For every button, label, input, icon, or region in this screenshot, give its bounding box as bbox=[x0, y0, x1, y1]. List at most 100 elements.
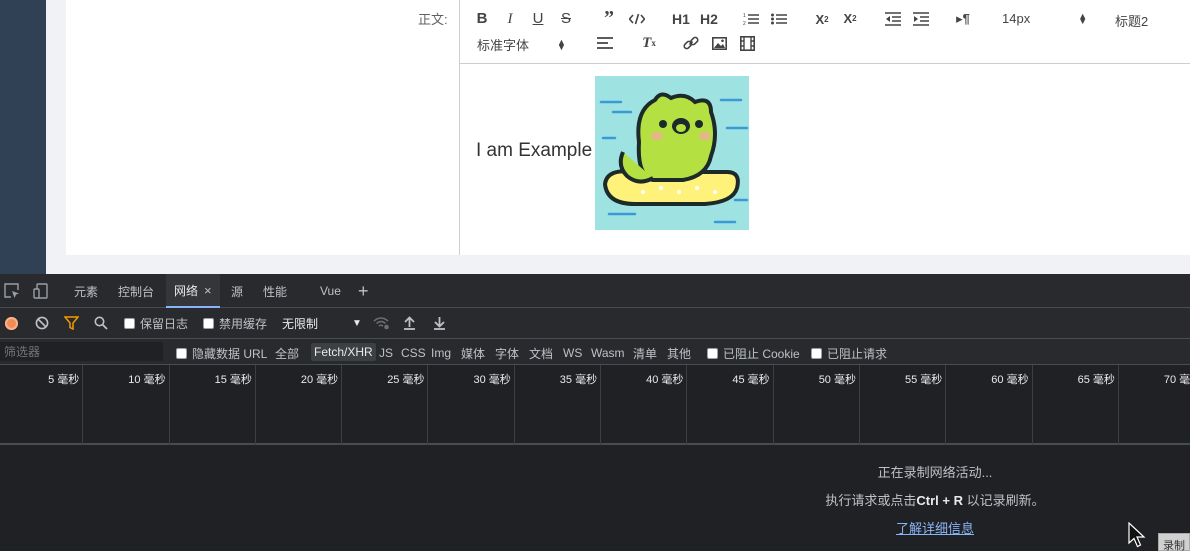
timeline-gridline: 65 毫秒 bbox=[1033, 365, 1119, 445]
timeline-gridline: 30 毫秒 bbox=[429, 365, 515, 445]
clear-button[interactable] bbox=[35, 314, 49, 332]
devtools-tabbar: 元素 控制台 网络 × 源 性能 Vue + bbox=[0, 274, 1190, 308]
filter-toggle-button[interactable] bbox=[64, 314, 79, 332]
filter-type-img[interactable]: Img bbox=[431, 344, 451, 362]
hide-data-urls-label: 隐藏数据 URL bbox=[192, 346, 268, 361]
throttling-value: 无限制 bbox=[282, 316, 319, 331]
editor-toolbar: B I U S ” H1 H2 12 X2 X2 ▸¶ 14px ▲ ▼ 标题2… bbox=[460, 0, 1190, 64]
network-overview-timeline[interactable]: 5 毫秒 10 毫秒 15 毫秒 20 毫秒 25 毫秒 30 毫秒 35 毫秒 40 毫秒 4… bbox=[0, 365, 1190, 445]
network-conditions-button[interactable] bbox=[373, 314, 390, 332]
filter-type-fetch-xhr[interactable]: Fetch/XHR bbox=[311, 343, 376, 361]
close-icon[interactable]: × bbox=[204, 283, 212, 298]
bold-icon[interactable]: B bbox=[474, 11, 490, 27]
image-icon[interactable] bbox=[710, 35, 728, 51]
export-har-button[interactable] bbox=[433, 314, 446, 332]
italic-icon[interactable]: I bbox=[502, 11, 518, 27]
page: 正文: B I U S ” H1 H2 12 X2 X2 ▸¶ 14px ▲ ▼… bbox=[0, 0, 1190, 551]
preserve-log-checkbox[interactable]: 保留日志 bbox=[124, 314, 188, 332]
ordered-list-icon[interactable]: 12 bbox=[742, 11, 760, 27]
video-icon[interactable] bbox=[738, 35, 756, 51]
throttling-select[interactable]: 无限制 ▼ bbox=[282, 314, 362, 332]
timeline-gridline: 15 毫秒 bbox=[170, 365, 256, 445]
download-icon bbox=[434, 317, 445, 330]
rich-text-editor: B I U S ” H1 H2 12 X2 X2 ▸¶ 14px ▲ ▼ 标题2… bbox=[459, 0, 1190, 255]
font-family-caret-icon: ▲ ▼ bbox=[557, 36, 566, 52]
filter-type-ws[interactable]: WS bbox=[563, 344, 582, 362]
tab-sources[interactable]: 源 bbox=[231, 274, 243, 308]
search-button[interactable] bbox=[94, 314, 108, 332]
font-family-select[interactable]: 标准字体 ▲ ▼ bbox=[477, 35, 566, 54]
device-toolbar-icon[interactable] bbox=[32, 282, 50, 300]
filter-type-css[interactable]: CSS bbox=[401, 344, 426, 362]
add-tab-icon[interactable]: + bbox=[358, 274, 369, 308]
editor-content[interactable]: I am Example bbox=[460, 64, 1190, 255]
clear-format-icon[interactable]: Tx bbox=[640, 35, 658, 51]
reload-hint: 执行请求或点击Ctrl + R 以记录刷新。 bbox=[0, 490, 1190, 509]
timeline-tick-label: 25 毫秒 bbox=[387, 374, 425, 386]
tab-network-label: 网络 bbox=[174, 283, 199, 298]
search-icon bbox=[94, 316, 108, 330]
learn-more-link[interactable]: 了解详细信息 bbox=[896, 521, 974, 536]
outdent-icon[interactable] bbox=[884, 11, 902, 27]
heading-1-icon[interactable]: H1 bbox=[670, 11, 692, 27]
bullet-list-icon[interactable] bbox=[770, 11, 788, 27]
record-badge: 录制 bbox=[1158, 533, 1190, 551]
link-icon[interactable] bbox=[682, 35, 700, 51]
timeline-tick-label: 15 毫秒 bbox=[214, 374, 252, 386]
strikethrough-icon[interactable]: S bbox=[558, 11, 574, 27]
timeline-tick-label: 10 毫秒 bbox=[128, 374, 166, 386]
text-direction-icon[interactable]: ▸¶ bbox=[954, 11, 972, 27]
filter-type-doc[interactable]: 文档 bbox=[529, 344, 553, 362]
filter-type-font[interactable]: 字体 bbox=[495, 344, 519, 362]
underline-icon[interactable]: U bbox=[530, 11, 546, 27]
filter-type-all[interactable]: 全部 bbox=[275, 344, 299, 362]
timeline-gridline: 10 毫秒 bbox=[83, 365, 170, 445]
font-family-value: 标准字体 bbox=[477, 38, 530, 53]
recording-message: 正在录制网络活动... bbox=[877, 465, 993, 480]
disable-cache-label: 禁用缓存 bbox=[219, 316, 268, 331]
tab-elements[interactable]: 元素 bbox=[74, 274, 98, 308]
filter-type-media[interactable]: 媒体 bbox=[461, 344, 485, 362]
checkbox-box bbox=[811, 347, 822, 359]
font-size-value: 14px bbox=[1002, 11, 1031, 26]
wifi-settings-icon bbox=[373, 317, 389, 330]
filter-type-other[interactable]: 其他 bbox=[667, 344, 691, 362]
filter-type-manifest[interactable]: 清单 bbox=[633, 344, 657, 362]
tab-console[interactable]: 控制台 bbox=[118, 274, 154, 308]
subscript-icon[interactable]: X2 bbox=[812, 12, 832, 28]
timeline-gridline: 70 毫秒 bbox=[1119, 365, 1190, 445]
blocked-cookies-checkbox[interactable]: 已阻止 Cookie bbox=[707, 344, 800, 362]
hide-data-urls-checkbox[interactable]: 隐藏数据 URL bbox=[176, 344, 267, 362]
clear-icon bbox=[35, 316, 49, 330]
timeline-tick-label: 55 毫秒 bbox=[905, 374, 943, 386]
preserve-log-label: 保留日志 bbox=[140, 316, 189, 331]
filter-icon bbox=[64, 316, 79, 330]
font-size-select[interactable]: 14px ▲ ▼ bbox=[1002, 11, 1087, 26]
disable-cache-checkbox[interactable]: 禁用缓存 bbox=[203, 314, 267, 332]
heading-select[interactable]: 标题2 bbox=[1115, 11, 1148, 30]
tab-vue[interactable]: Vue bbox=[320, 274, 341, 308]
svg-text:1: 1 bbox=[743, 13, 746, 19]
filter-type-wasm[interactable]: Wasm bbox=[591, 344, 625, 362]
timeline-tick-label: 35 毫秒 bbox=[559, 374, 598, 386]
timeline-gridline: 45 毫秒 bbox=[687, 365, 774, 445]
filter-type-js[interactable]: JS bbox=[379, 344, 393, 362]
timeline-tick-label: 50 毫秒 bbox=[818, 374, 856, 386]
inspect-element-icon[interactable] bbox=[3, 282, 21, 300]
blocked-requests-checkbox[interactable]: 已阻止请求 bbox=[811, 344, 887, 362]
align-icon[interactable] bbox=[596, 35, 614, 51]
heading-2-icon[interactable]: H2 bbox=[698, 11, 720, 27]
import-har-button[interactable] bbox=[403, 314, 416, 332]
filter-input[interactable] bbox=[0, 342, 163, 361]
record-button[interactable] bbox=[5, 314, 18, 332]
tab-network[interactable]: 网络 × bbox=[166, 274, 220, 308]
blocked-requests-label: 已阻止请求 bbox=[827, 346, 888, 361]
superscript-icon[interactable]: X2 bbox=[840, 11, 860, 27]
reload-hint-prefix: 执行请求或点击 bbox=[825, 493, 917, 508]
tab-performance[interactable]: 性能 bbox=[263, 274, 287, 308]
editor-paragraph: I am Example bbox=[476, 140, 593, 161]
code-icon[interactable] bbox=[628, 11, 646, 27]
indent-icon[interactable] bbox=[912, 11, 930, 27]
frog-image[interactable] bbox=[595, 76, 749, 230]
blockquote-icon[interactable]: ” bbox=[600, 8, 618, 28]
